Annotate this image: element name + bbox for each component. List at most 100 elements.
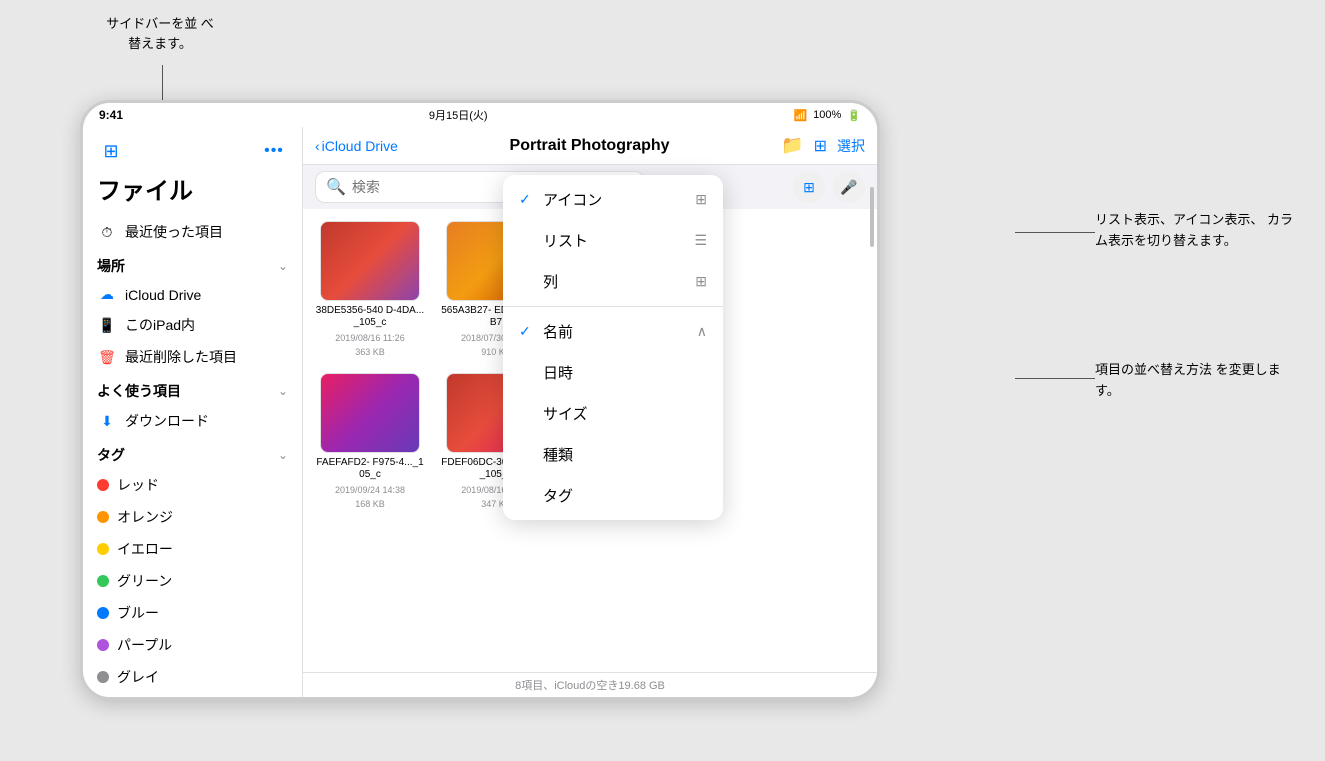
- dropdown-sort-kind[interactable]: 種類: [503, 434, 723, 475]
- view-icon-btn[interactable]: ⊞: [793, 171, 825, 203]
- sidebar-title: ファイル: [83, 169, 302, 216]
- list-view-label: リスト: [543, 230, 588, 251]
- grid-view-icon[interactable]: ⊞: [814, 136, 827, 156]
- locations-chevron: ⌄: [278, 259, 288, 273]
- tag-gray-label: グレイ: [117, 667, 159, 687]
- sidebar-tag-gray[interactable]: グレイ: [83, 661, 302, 693]
- sidebar-item-recents[interactable]: ⏱ 最近使った項目: [83, 216, 302, 248]
- column-view-label: 列: [543, 271, 558, 292]
- nav-back-btn[interactable]: ‹ iCloud Drive: [315, 138, 398, 154]
- dropdown-item-column-view[interactable]: 列 ⊞: [503, 261, 723, 302]
- tag-green-label: グリーン: [117, 571, 172, 591]
- file-item-4[interactable]: FAEFAFD2- F975-4..._105_c 2019/09/24 14:…: [315, 373, 425, 509]
- list-view-icon: ☰: [694, 232, 707, 249]
- sidebar-toggle-btn[interactable]: ⊞: [97, 137, 125, 165]
- favorites-section-title: よく使う項目: [97, 381, 181, 401]
- dropdown-sort-date[interactable]: 日時: [503, 352, 723, 393]
- wifi-icon: 📶: [793, 109, 807, 122]
- tag-dot-blue: [97, 607, 109, 619]
- sidebar-header: ⊞ •••: [83, 127, 302, 169]
- sidebar-item-downloads[interactable]: ⬇ ダウンロード: [83, 405, 302, 437]
- annotation-view-switch: リスト表示、アイコン表示、 カラム表示を切り替えます。: [1095, 210, 1295, 252]
- tag-dot-gray: [97, 671, 109, 683]
- dropdown-item-list-view[interactable]: リスト ☰: [503, 220, 723, 261]
- new-folder-icon[interactable]: 📁: [781, 135, 803, 156]
- tag-dot-red: [97, 479, 109, 491]
- sidebar-more-btn[interactable]: •••: [260, 137, 288, 165]
- dropdown-sort-name[interactable]: ✓ 名前 ∧: [503, 311, 723, 352]
- status-time: 9:41: [99, 108, 123, 122]
- status-bar: 9:41 9月15日(火) 📶 100% 🔋: [83, 103, 877, 127]
- sidebar-tag-blue[interactable]: ブルー: [83, 597, 302, 629]
- dropdown-menu: ✓ アイコン ⊞ リスト ☰: [503, 175, 723, 520]
- sidebar-tag-purple[interactable]: パープル: [83, 629, 302, 661]
- annotation-sort-method: 項目の並べ替え方法 を変更します。: [1095, 360, 1295, 402]
- tag-yellow-label: イエロー: [117, 539, 173, 559]
- content-footer: 8項目、iCloudの空き19.68 GB: [303, 672, 877, 697]
- content-area: ‹ iCloud Drive Portrait Photography 📁 ⊞ …: [303, 127, 877, 697]
- sidebar-locations-header: 場所 ⌄: [83, 248, 302, 280]
- recents-label: 最近使った項目: [125, 222, 223, 242]
- tag-dot-green: [97, 575, 109, 587]
- tag-purple-label: パープル: [117, 635, 172, 655]
- sidebar-item-icloud[interactable]: ☁ iCloud Drive: [83, 280, 302, 309]
- status-date: 9月15日(火): [429, 107, 488, 123]
- tag-dot-yellow: [97, 543, 109, 555]
- download-icon: ⬇: [97, 413, 117, 430]
- sort-name-check: ✓: [519, 323, 535, 340]
- tag-red-label: レッド: [117, 475, 159, 495]
- dropdown-sort-size[interactable]: サイズ: [503, 393, 723, 434]
- locations-section-title: 場所: [97, 256, 125, 276]
- sidebar-tags-header: タグ ⌄: [83, 437, 302, 469]
- file-date-4: 2019/09/24 14:38: [335, 485, 405, 495]
- ipad-frame: 9:41 9月15日(火) 📶 100% 🔋 ⊞ ••• ファイル ⏱ 最近使っ…: [80, 100, 880, 700]
- back-chevron-icon: ‹: [315, 138, 320, 154]
- sidebar-tag-yellow[interactable]: イエロー: [83, 533, 302, 565]
- sort-size-label: サイズ: [543, 403, 588, 424]
- sidebar-tag-red[interactable]: レッド: [83, 469, 302, 501]
- icon-view-label: アイコン: [543, 189, 602, 210]
- sidebar-favorites-header: よく使う項目 ⌄: [83, 373, 302, 405]
- ipad-label: このiPad内: [125, 315, 195, 335]
- annotation-sidebar-sort: サイドバーを並 べ替えます。: [100, 14, 220, 53]
- dropdown-item-icon-view[interactable]: ✓ アイコン ⊞: [503, 179, 723, 220]
- file-size-4: 168 KB: [355, 499, 385, 509]
- select-btn[interactable]: 選択: [837, 136, 865, 156]
- file-thumb-1: [320, 221, 420, 301]
- sidebar-tag-green[interactable]: グリーン: [83, 565, 302, 597]
- sidebar: ⊞ ••• ファイル ⏱ 最近使った項目 場所 ⌄ ☁ iCloud Drive: [83, 127, 303, 697]
- mic-icon-btn[interactable]: 🎤: [833, 171, 865, 203]
- icon-view-check: ✓: [519, 191, 535, 208]
- recents-icon: ⏱: [97, 224, 117, 241]
- dropdown-sort-tag[interactable]: タグ: [503, 475, 723, 516]
- sort-date-label: 日時: [543, 362, 573, 383]
- tag-blue-label: ブルー: [117, 603, 159, 623]
- status-right: 📶 100% 🔋: [793, 109, 861, 122]
- battery-bar: 🔋: [847, 109, 861, 122]
- sidebar-tag-orange[interactable]: オレンジ: [83, 501, 302, 533]
- file-size-1: 363 KB: [355, 347, 385, 357]
- main-layout: ⊞ ••• ファイル ⏱ 最近使った項目 場所 ⌄ ☁ iCloud Drive: [83, 127, 877, 697]
- file-date-1: 2019/08/16 11:26: [335, 333, 404, 343]
- tags-section-title: タグ: [97, 445, 125, 465]
- footer-text: 8項目、iCloudの空き19.68 GB: [515, 680, 665, 692]
- scrollbar-handle[interactable]: [870, 187, 874, 247]
- trash-icon: 🗑: [97, 349, 117, 366]
- annotation-line-h2: [1015, 232, 1095, 233]
- dropdown-view-section: ✓ アイコン ⊞ リスト ☰: [503, 175, 723, 307]
- dropdown-sort-section: ✓ 名前 ∧ 日時 サイズ: [503, 307, 723, 520]
- nav-title: Portrait Photography: [406, 137, 773, 155]
- file-item-1[interactable]: 38DE5356-540 D-4DA..._105_c 2019/08/16 1…: [315, 221, 425, 357]
- column-view-icon: ⊞: [695, 273, 707, 290]
- trash-label: 最近削除した項目: [125, 347, 237, 367]
- annotation-line-h3: [1015, 378, 1095, 379]
- sort-kind-label: 種類: [543, 444, 573, 465]
- nav-actions: 📁 ⊞ 選択: [781, 135, 865, 156]
- ipad-icon: 📱: [97, 317, 117, 334]
- sidebar-item-trash[interactable]: 🗑 最近削除した項目: [83, 341, 302, 373]
- tag-orange-label: オレンジ: [117, 507, 173, 527]
- sidebar-item-ipad[interactable]: 📱 このiPad内: [83, 309, 302, 341]
- downloads-label: ダウンロード: [125, 411, 209, 431]
- tag-dot-purple: [97, 639, 109, 651]
- battery-icon: 100%: [813, 109, 841, 121]
